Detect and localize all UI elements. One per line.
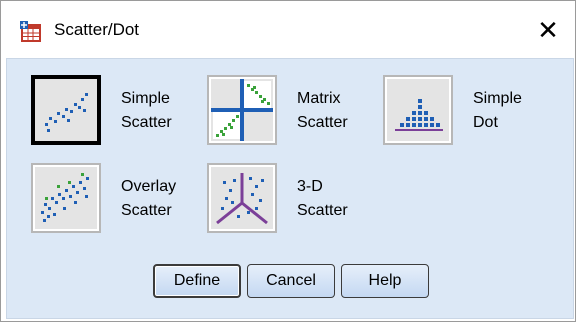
- option-matrix-scatter[interactable]: Matrix Scatter: [207, 75, 377, 145]
- option-overlay-scatter[interactable]: Overlay Scatter: [31, 163, 201, 233]
- close-button[interactable]: ✕: [527, 9, 569, 51]
- spreadsheet-chart-icon: [20, 21, 41, 42]
- overlay-scatter-label: Overlay Scatter: [121, 178, 177, 219]
- dialog-title: Scatter/Dot: [54, 20, 140, 39]
- overlay-scatter-icon: [35, 167, 97, 229]
- help-button[interactable]: Help: [341, 264, 429, 298]
- 3d-scatter-icon: [211, 167, 273, 229]
- define-button[interactable]: Define: [153, 264, 241, 298]
- title-bar: Scatter/Dot ✕: [1, 1, 575, 57]
- option-3d-scatter[interactable]: 3-D Scatter: [207, 163, 377, 233]
- simple-dot-thumbnail[interactable]: [383, 75, 453, 145]
- cancel-button[interactable]: Cancel: [247, 264, 335, 298]
- 3d-scatter-thumbnail[interactable]: [207, 163, 277, 233]
- simple-dot-label: Simple Dot: [473, 90, 522, 131]
- simple-dot-icon: [387, 79, 449, 141]
- matrix-scatter-thumbnail[interactable]: [207, 75, 277, 145]
- simple-scatter-icon: [35, 79, 97, 141]
- option-simple-dot[interactable]: Simple Dot: [383, 75, 553, 145]
- option-simple-scatter[interactable]: Simple Scatter: [31, 75, 201, 145]
- matrix-scatter-label: Matrix Scatter: [297, 90, 348, 131]
- scatter-dot-dialog: Scatter/Dot ✕ Simple Scatter Matrix Scat…: [0, 0, 576, 322]
- simple-scatter-thumbnail[interactable]: [31, 75, 101, 145]
- 3d-scatter-label: 3-D Scatter: [297, 178, 348, 219]
- matrix-scatter-icon: [211, 79, 273, 141]
- overlay-scatter-thumbnail[interactable]: [31, 163, 101, 233]
- simple-scatter-label: Simple Scatter: [121, 90, 172, 131]
- close-icon: ✕: [537, 14, 559, 45]
